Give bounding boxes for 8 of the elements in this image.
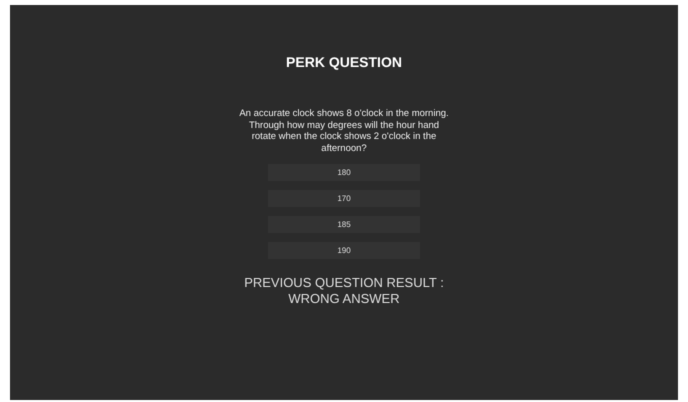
answer-button[interactable]: 170 [268,190,420,207]
panel-title: PERK QUESTION [286,53,402,71]
question-text: An accurate clock shows 8 o'clock in the morning. Through how may degrees will the hour hand rotate when the clock shows 2 o'clock in the afternoon? [238,108,450,154]
result-label: PREVIOUS QUESTION RESULT : [244,275,444,291]
answer-button[interactable]: 190 [268,242,420,259]
answer-button[interactable]: 180 [268,164,420,181]
result-value: WRONG ANSWER [288,291,400,307]
answer-button[interactable]: 185 [268,216,420,233]
